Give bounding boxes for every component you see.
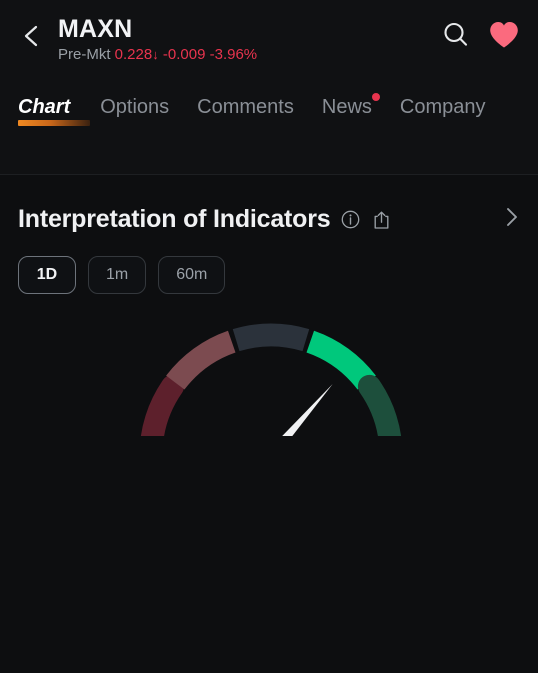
- gauge-needle: [282, 384, 333, 436]
- gauge-segment-bearish: [166, 330, 236, 390]
- gauge-segment-strong-bullish: [357, 374, 402, 436]
- gauge-svg: [140, 323, 402, 436]
- gauge-arc-segments: [140, 323, 402, 436]
- gauge-segment-strong-bearish: [140, 374, 185, 436]
- gauge-segment-neutral: [232, 323, 310, 352]
- gauge-segment-bullish: [306, 330, 376, 390]
- indicator-gauge: Bearish Bullish Positive Signal 9 bullis…: [0, 316, 538, 516]
